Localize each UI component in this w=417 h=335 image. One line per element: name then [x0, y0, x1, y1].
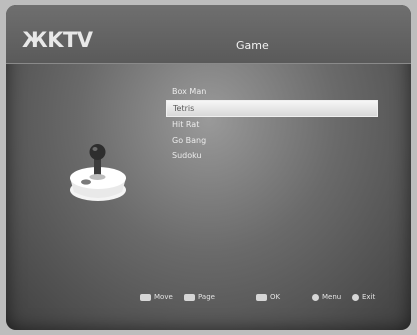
ok-key-icon — [256, 293, 267, 301]
hint-page: Page — [184, 293, 215, 301]
menu-item-sudoku[interactable]: Sudoku — [166, 148, 378, 163]
tv-frame: ЖKTV Game Box Man Tetris Hit Rat Go Bang… — [0, 0, 417, 335]
game-list: Box Man Tetris Hit Rat Go Bang Sudoku — [166, 84, 378, 164]
hint-move-label: Move — [154, 293, 173, 301]
arrows-icon — [140, 293, 151, 301]
hint-exit-label: Exit — [362, 293, 376, 301]
hint-menu: Menu — [312, 293, 341, 301]
menu-key-icon — [312, 293, 319, 301]
help-bar: Move Page OK Menu Exit — [6, 289, 411, 311]
menu-item-box-man[interactable]: Box Man — [166, 84, 378, 99]
hint-exit: Exit — [352, 293, 375, 301]
joystick-icon — [66, 138, 130, 204]
menu-item-hit-rat[interactable]: Hit Rat — [166, 117, 378, 132]
game-menu-screen: ЖKTV Game Box Man Tetris Hit Rat Go Bang… — [6, 5, 411, 330]
hint-page-label: Page — [198, 293, 215, 301]
header-bar: ЖKTV Game — [6, 5, 411, 64]
hint-menu-label: Menu — [322, 293, 342, 301]
menu-item-go-bang[interactable]: Go Bang — [166, 133, 378, 148]
hint-move: Move — [140, 293, 173, 301]
hint-ok: OK — [256, 293, 280, 301]
menu-item-tetris[interactable]: Tetris — [166, 99, 378, 117]
page-title: Game — [236, 39, 269, 52]
ktv-logo: ЖKTV — [22, 28, 93, 52]
hint-ok-label: OK — [270, 293, 281, 301]
page-keys-icon — [184, 293, 195, 301]
exit-key-icon — [352, 293, 359, 301]
